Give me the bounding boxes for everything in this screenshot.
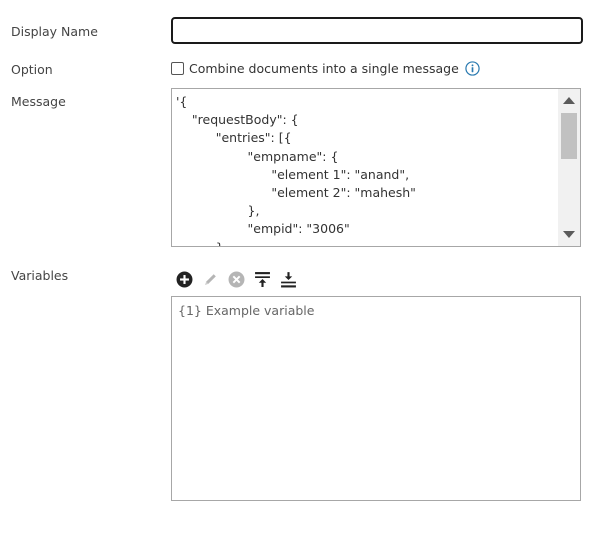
combine-documents-label[interactable]: Combine documents into a single message bbox=[189, 61, 459, 76]
display-name-label: Display Name bbox=[11, 24, 98, 39]
variable-item[interactable]: {1} Example variable bbox=[178, 303, 314, 318]
message-textarea[interactable]: '{ "requestBody": { "entries": [{ "empna… bbox=[171, 88, 581, 247]
message-line: "requestBody": { bbox=[176, 112, 299, 128]
message-line: "empid": "3006" bbox=[176, 221, 350, 237]
variables-list[interactable]: {1} Example variable bbox=[171, 296, 581, 501]
message-line: "empname": { bbox=[176, 148, 339, 164]
info-icon[interactable] bbox=[465, 61, 480, 76]
combine-documents-option: Combine documents into a single message bbox=[171, 61, 480, 76]
scroll-thumb[interactable] bbox=[561, 113, 577, 159]
display-name-input[interactable] bbox=[171, 17, 583, 44]
combine-documents-checkbox[interactable] bbox=[171, 62, 184, 75]
scroll-up-arrow-icon[interactable] bbox=[563, 97, 575, 104]
message-line: "entries": [{ bbox=[176, 130, 292, 146]
message-line: } bbox=[176, 239, 556, 246]
variables-toolbar bbox=[175, 269, 305, 289]
move-to-top-button[interactable] bbox=[253, 270, 271, 288]
x-circle-icon bbox=[228, 271, 244, 287]
message-label: Message bbox=[11, 94, 66, 109]
message-line: }, bbox=[176, 203, 260, 219]
message-line: '{ bbox=[176, 94, 188, 109]
pencil-icon bbox=[204, 273, 216, 285]
message-line: "element 1": "anand", bbox=[176, 166, 410, 182]
plus-circle-icon bbox=[176, 271, 192, 287]
scroll-down-arrow-icon[interactable] bbox=[563, 231, 575, 238]
message-line: "element 2": "mahesh" bbox=[176, 185, 416, 201]
move-to-top-icon bbox=[254, 271, 270, 287]
option-label: Option bbox=[11, 62, 53, 77]
variables-label: Variables bbox=[11, 268, 69, 283]
delete-variable-button[interactable] bbox=[227, 270, 245, 288]
move-to-bottom-icon bbox=[280, 271, 296, 287]
message-content[interactable]: '{ "requestBody": { "entries": [{ "empna… bbox=[176, 93, 556, 246]
add-variable-button[interactable] bbox=[175, 270, 193, 288]
message-scrollbar[interactable] bbox=[558, 89, 580, 246]
edit-variable-button[interactable] bbox=[201, 270, 219, 288]
move-to-bottom-button[interactable] bbox=[279, 270, 297, 288]
